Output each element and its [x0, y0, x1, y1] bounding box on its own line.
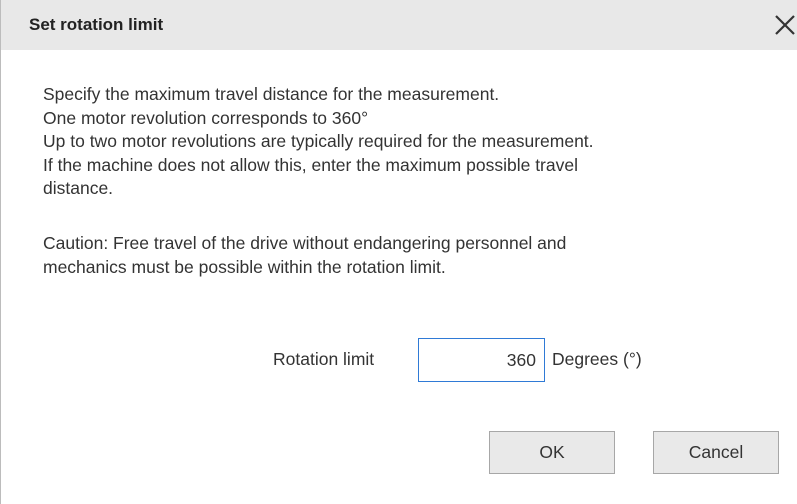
rotation-limit-input[interactable] [418, 338, 545, 382]
caution-line: Caution: Free travel of the drive withou… [43, 233, 567, 253]
rotation-limit-dialog: Set rotation limit Specify the maximum t… [0, 0, 797, 504]
instruction-text: Specify the maximum travel distance for … [43, 83, 773, 201]
rotation-limit-unit: Degrees (°) [552, 349, 642, 369]
instruction-line: Up to two motor revolutions are typicall… [43, 131, 594, 152]
cancel-button[interactable]: Cancel [653, 431, 779, 474]
ok-button[interactable]: OK [489, 431, 615, 474]
rotation-limit-label: Rotation limit [273, 349, 375, 369]
close-icon[interactable] [773, 13, 797, 37]
caution-line: mechanics must be possible within the ro… [43, 256, 446, 277]
instruction-line: If the machine does not allow this, ente… [43, 154, 578, 175]
dialog-titlebar: Set rotation limit [1, 0, 797, 50]
instruction-line: Specify the maximum travel distance for … [43, 84, 500, 104]
caution-text: Caution: Free travel of the drive withou… [43, 232, 773, 279]
instruction-line: distance. [43, 178, 114, 199]
dialog-title: Set rotation limit [29, 15, 164, 34]
instruction-line: One motor revolution corresponds to 360° [43, 107, 369, 128]
